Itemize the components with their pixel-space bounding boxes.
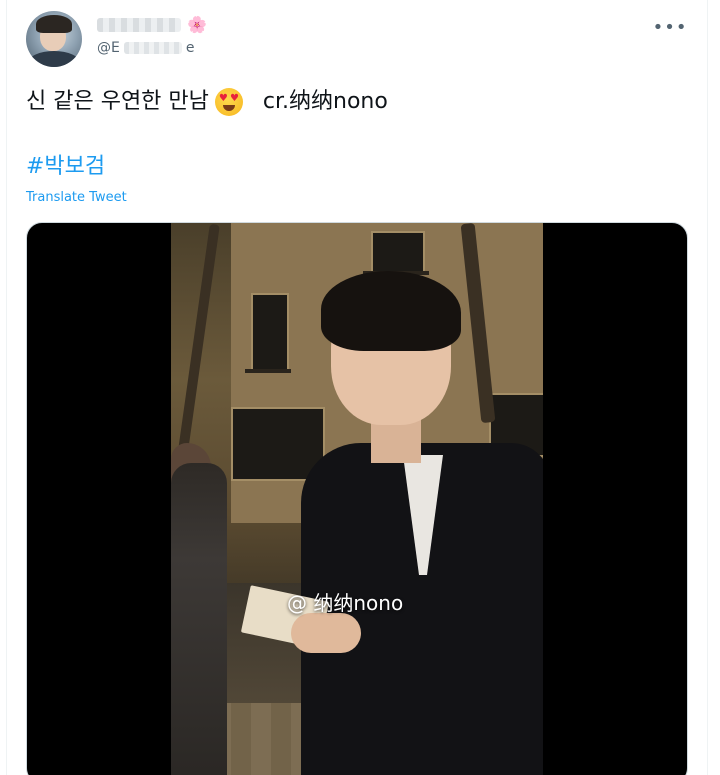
handle-prefix: @E — [97, 40, 120, 56]
flower-icon: 🌸 — [187, 15, 207, 34]
video-player[interactable]: @ 纳纳nono — [26, 222, 688, 775]
avatar[interactable] — [26, 11, 82, 67]
user-handle[interactable]: @E e — [97, 40, 194, 56]
display-name[interactable]: 🌸 — [97, 14, 207, 36]
tweet-text: 신 같은 우연한 만남 ♥ ♥ cr.纳纳nono — [26, 86, 388, 118]
heart-eyes-emoji-icon: ♥ ♥ — [214, 88, 243, 116]
tweet-credit: cr.纳纳nono — [262, 89, 388, 114]
video-frame: @ 纳纳nono — [171, 223, 543, 775]
tweet-body: 신 같은 우연한 만남 — [26, 89, 209, 114]
more-options-button[interactable]: ••• — [652, 12, 688, 42]
tweet-card: 🌸 @E e ••• 신 같은 우연한 만남 ♥ ♥ cr.纳纳nono #박보… — [6, 0, 708, 775]
translate-tweet-link[interactable]: Translate Tweet — [26, 190, 127, 205]
handle-suffix: e — [185, 40, 195, 56]
hashtag-link[interactable]: #박보검 — [26, 148, 105, 180]
blurred-handle — [123, 42, 182, 54]
more-icon: ••• — [652, 16, 688, 38]
blurred-name — [97, 18, 181, 32]
video-watermark: @ 纳纳nono — [287, 591, 404, 615]
